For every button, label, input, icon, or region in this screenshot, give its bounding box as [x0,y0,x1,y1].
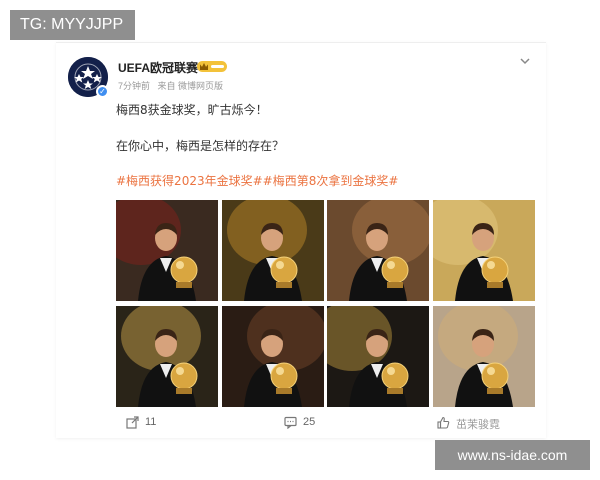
verified-icon: ✓ [96,85,109,98]
weibo-post-card: ✓ UEFA欧冠联赛 7分钟前 来自 微博网页版 梅西8获金球奖，旷古烁今！ 在… [56,42,546,438]
photo-image [221,200,324,301]
post-photo-6[interactable] [221,306,324,407]
share-button[interactable]: 11 [126,413,156,431]
post-photo-1[interactable] [116,200,218,301]
post-photo-4[interactable] [433,200,536,301]
tg-overlay-label: TG: MYYJJPP [10,10,135,40]
photo-image [433,200,536,301]
account-name[interactable]: UEFA欧冠联赛 [118,59,198,76]
share-icon [126,415,139,429]
post-photo-7[interactable] [327,306,430,407]
comment-icon [284,416,297,429]
post-text-line-1: 梅西8获金球奖，旷古烁今！ [116,103,268,117]
watermark-account: 茁茉骏霓 [456,418,500,431]
post-time[interactable]: 7分钟前 [118,81,150,91]
photo-image [116,306,218,407]
comment-count: 25 [303,416,316,428]
post-source: 来自 微博网页版 [157,81,224,91]
post-photo-3[interactable] [327,200,430,301]
post-meta: 7分钟前 来自 微博网页版 [118,79,228,92]
hashtag-row: #梅西获得2023年金球奖##梅西第8次拿到金球奖# [116,172,398,189]
chevron-down-icon[interactable] [518,53,532,67]
hashtag-link-1[interactable]: #梅西获得2023年金球奖# [116,174,263,188]
thumbs-up-icon [437,416,450,429]
page: TG: MYYJJPP ✓ UEFA欧冠联赛 7分钟前 来自 微博网页版 梅西8… [0,0,600,480]
post-text-line-2: 在你心中，梅西是怎样的存在？ [116,139,285,153]
post-photo-5[interactable] [116,306,218,407]
url-overlay-label: www.ns-idae.com [435,440,590,470]
photo-image [116,200,218,301]
photo-image [327,306,430,407]
photo-grid [116,200,536,407]
post-photo-2[interactable] [221,200,324,301]
photo-image [221,306,324,407]
like-button[interactable] [437,413,450,431]
comment-button[interactable]: 25 [284,413,315,431]
hashtag-link-2[interactable]: #梅西第8次拿到金球奖# [263,174,399,188]
vip-crown-icon [197,61,227,72]
photo-image [327,200,430,301]
share-count: 11 [145,416,157,428]
photo-image [433,306,536,407]
post-photo-8[interactable] [433,306,536,407]
